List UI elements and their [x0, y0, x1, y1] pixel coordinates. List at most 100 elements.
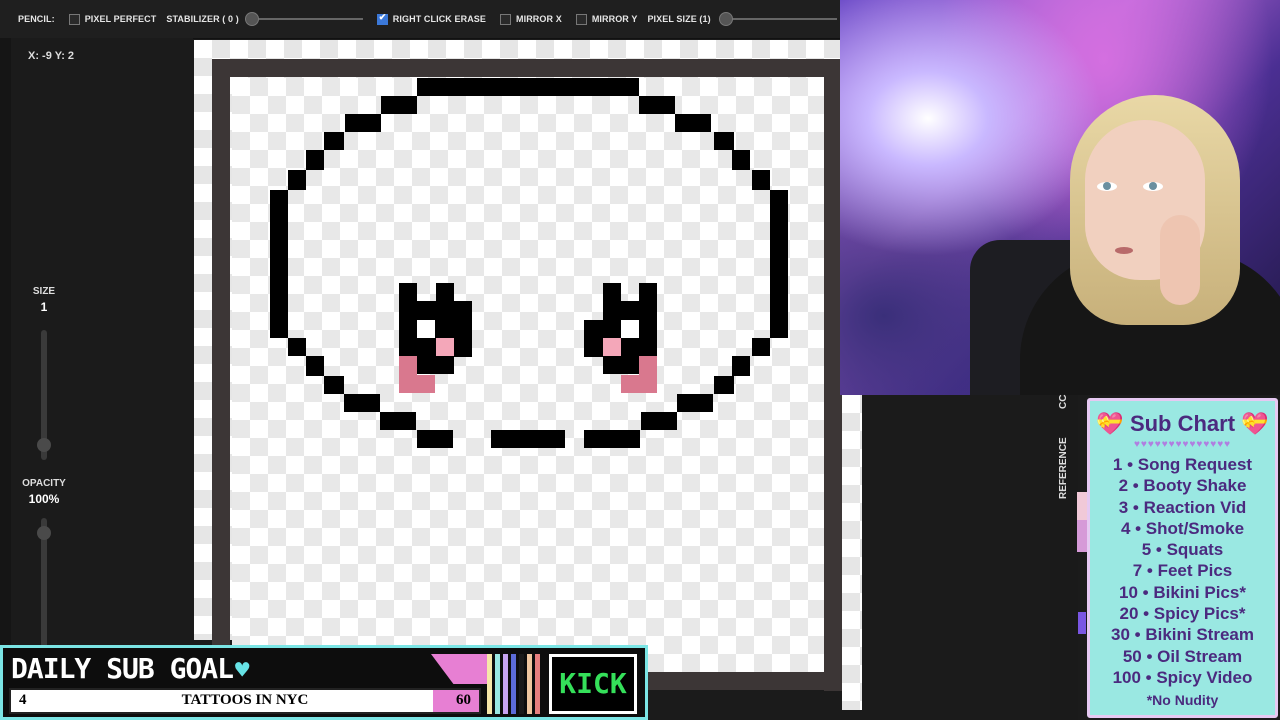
hearts-divider-icon: ♥♥♥♥♥♥♥♥♥♥♥♥♥♥ — [1133, 439, 1232, 450]
pixel — [603, 356, 639, 374]
pixel — [399, 283, 417, 357]
pixel — [714, 132, 734, 150]
decoration — [487, 654, 543, 714]
pixel — [345, 114, 381, 132]
canvas-frame-bottom — [642, 672, 842, 690]
eye — [1143, 182, 1163, 191]
size-slider-knob[interactable] — [37, 438, 51, 452]
pixel-size-knob[interactable] — [718, 12, 733, 26]
pixel — [436, 338, 454, 356]
sub-chart-note: *No Nudity — [1146, 692, 1219, 709]
tool-name: PENCIL: — [18, 14, 55, 24]
webcam-feed — [840, 0, 1280, 395]
sub-goal-widget: DAILY SUB GOAL♥ 4 TATTOOS IN NYC 60 KICK — [0, 645, 648, 720]
pixel — [639, 283, 657, 357]
pixel-size-label: PIXEL SIZE (1) — [647, 14, 711, 24]
opacity-slider-knob[interactable] — [37, 526, 51, 540]
canvas-edge — [842, 395, 862, 710]
tool-settings-panel: X: -9 Y: 2 SIZE 1 OPACITY 100% — [0, 38, 193, 720]
pixel — [770, 190, 788, 338]
pixel — [436, 283, 454, 301]
sub-chart-item: 50 • Oil Stream — [1122, 646, 1243, 666]
sub-chart-item: 7 • Feet Pics — [1132, 561, 1233, 581]
sub-chart-item: 20 • Spicy Pics* — [1119, 604, 1246, 624]
goal-target: 60 — [456, 692, 471, 708]
pixel — [752, 338, 770, 356]
stabilizer-label: STABILIZER ( 0 ) — [166, 14, 239, 24]
mirror-x-checkbox[interactable] — [500, 13, 511, 25]
pixel — [417, 320, 435, 338]
pixel — [288, 170, 306, 190]
mirror-x-label: MIRROR X — [516, 14, 562, 24]
pixel — [270, 190, 288, 338]
sub-chart-item: 100 • Spicy Video — [1112, 667, 1253, 687]
pixel — [288, 338, 306, 356]
pixel — [417, 356, 454, 374]
pixel — [732, 356, 750, 376]
mirror-y-checkbox[interactable] — [575, 13, 587, 25]
pixel-size-slider[interactable] — [718, 12, 837, 26]
sub-chart-item: 1 • Song Request — [1112, 455, 1253, 474]
side-tabs: CC REFERENCE — [1050, 395, 1078, 720]
pixel — [306, 356, 324, 376]
pixel — [381, 96, 417, 114]
streamer-hand — [1160, 215, 1200, 305]
goal-title: DAILY SUB GOAL♥ — [11, 652, 250, 685]
pixel — [380, 412, 416, 430]
sub-chart-item: 5 • Squats — [1141, 540, 1224, 560]
pixel — [641, 412, 677, 430]
opacity-value: 100% — [28, 492, 60, 506]
pixel — [417, 375, 435, 393]
pixel — [324, 376, 344, 394]
right-click-erase-checkbox[interactable] — [376, 12, 388, 25]
pixel-perfect-label: PIXEL PERFECT — [84, 14, 157, 24]
heart-ribbon-icon: 💝 — [1241, 411, 1269, 436]
sub-chart-item: 3 • Reaction Vid — [1118, 497, 1247, 517]
goal-progress-bar: 4 TATTOOS IN NYC 60 — [9, 688, 481, 714]
pixel — [603, 283, 621, 301]
pixel — [344, 394, 380, 412]
pixel — [491, 430, 565, 448]
sub-chart-title: 💝 Sub Chart 💝 — [1090, 411, 1275, 437]
stabilizer-slider[interactable] — [244, 12, 363, 26]
sub-chart-item: 30 • Bikini Stream — [1111, 625, 1254, 645]
pixel — [639, 96, 675, 114]
goal-text: TATTOOS IN NYC — [181, 692, 309, 708]
eye — [1097, 182, 1117, 191]
pixel — [639, 356, 657, 393]
panel-edge — [0, 38, 11, 720]
empty-panel — [862, 395, 1050, 720]
pixel — [621, 375, 639, 393]
right-click-erase-label: RIGHT CLICK ERASE — [392, 14, 486, 24]
pixel — [677, 394, 713, 412]
heart-ribbon-icon: 💝 — [1096, 411, 1124, 436]
sub-chart-item: 10 • Bikini Pics* — [1119, 582, 1246, 602]
mirror-y-label: MIRROR Y — [591, 14, 638, 24]
pixel — [714, 376, 734, 394]
tab-cc[interactable]: CC — [1058, 395, 1069, 409]
goal-title-text: DAILY SUB GOAL — [11, 652, 234, 685]
pixel — [675, 114, 711, 132]
size-value: 1 — [40, 300, 48, 314]
cursor-coordinates: X: -9 Y: 2 — [28, 50, 75, 62]
stabilizer-knob[interactable] — [244, 12, 259, 26]
size-label: SIZE — [32, 286, 56, 297]
decoration — [1077, 492, 1087, 520]
sub-chart-item: 4 • Shot/Smoke — [1120, 518, 1245, 538]
sub-chart-item: 2 • Booty Shake — [1118, 476, 1247, 496]
decoration — [1077, 520, 1087, 552]
sub-chart-title-text: Sub Chart — [1129, 411, 1236, 436]
tool-options-bar: PENCIL: PIXEL PERFECT STABILIZER ( 0 ) R… — [0, 0, 840, 39]
tab-reference[interactable]: REFERENCE — [1058, 437, 1069, 499]
opacity-label: OPACITY — [22, 478, 66, 489]
pixel — [621, 320, 639, 338]
pixel — [417, 78, 639, 96]
pixel — [399, 356, 417, 393]
decoration — [1078, 612, 1086, 634]
pixel — [417, 430, 453, 448]
heart-icon: ♥ — [235, 656, 249, 684]
sub-chart-panel: 💝 Sub Chart 💝 ♥♥♥♥♥♥♥♥♥♥♥♥♥♥ 1 • Song Re… — [1087, 398, 1278, 718]
pixel — [603, 301, 639, 320]
decoration — [431, 654, 487, 684]
pixel-perfect-checkbox[interactable] — [68, 13, 80, 25]
